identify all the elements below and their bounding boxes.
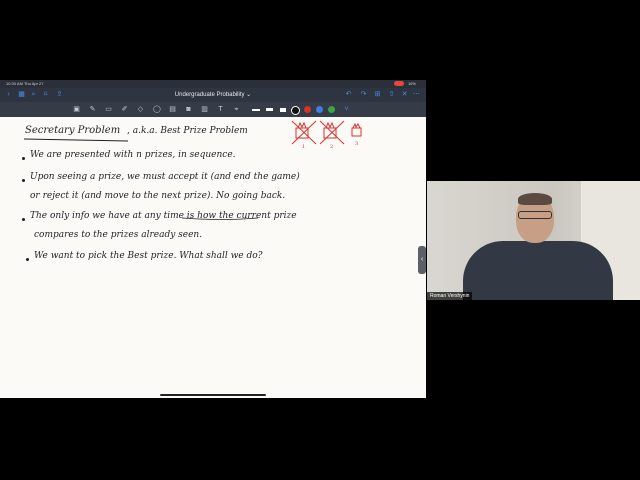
- page-scrollbar[interactable]: [160, 394, 266, 396]
- lasso-icon[interactable]: ◯: [153, 106, 161, 113]
- camera-icon[interactable]: ◙: [185, 106, 192, 113]
- participant-name: Roman Vershynin: [427, 292, 473, 300]
- prize-label-3: 3: [355, 141, 359, 147]
- bullet-dot: [22, 157, 25, 160]
- stroke-width-medium[interactable]: [266, 108, 273, 111]
- presenter-glasses: [518, 211, 552, 219]
- status-right: 16%: [393, 80, 416, 88]
- color-blue[interactable]: [316, 106, 323, 113]
- bullet-dot: [22, 179, 25, 182]
- bullet-dot: [22, 218, 25, 221]
- pen-icon[interactable]: ✎: [89, 106, 96, 113]
- sticker-icon[interactable]: ▥: [201, 106, 208, 113]
- bullet-3-line-1: The only info we have at any time is how…: [30, 211, 297, 221]
- stroke-width-thick[interactable]: [280, 108, 286, 112]
- undo-icon[interactable]: ↶: [345, 91, 352, 98]
- shape-icon[interactable]: ◇: [137, 106, 144, 113]
- bullet-3-line-2: compares to the prizes already seen.: [34, 230, 203, 240]
- bullet-2-line-2: or reject it (and move to the next prize…: [30, 191, 286, 201]
- more-icon[interactable]: ⋯: [413, 91, 420, 98]
- prize-icon-1: [291, 120, 317, 145]
- note-page[interactable]: Secretary Problem , a.k.a. Best Prize Pr…: [0, 117, 426, 398]
- color-black[interactable]: [291, 106, 300, 115]
- presenter-body: [463, 241, 613, 300]
- prize-label-2: 2: [330, 144, 334, 150]
- drawing-toolbar: ▣ ✎ ▭ ✐ ◇ ◯ ▤ ◙ ▥ T ⌖ ˅: [0, 102, 426, 117]
- export-icon[interactable]: ⇧: [388, 91, 395, 98]
- battery-level: 16%: [407, 81, 416, 86]
- add-page-icon[interactable]: ⊞: [374, 91, 381, 98]
- bullet-4: We want to pick the Best prize. What sha…: [34, 251, 263, 261]
- prize-icon-2: [319, 120, 345, 145]
- presenter-hair: [518, 193, 552, 205]
- color-green[interactable]: [328, 106, 335, 113]
- close-icon[interactable]: ✕: [401, 91, 408, 98]
- laser-icon[interactable]: ⌖: [233, 106, 240, 113]
- stroke-width-thin[interactable]: [252, 109, 260, 111]
- webcam-video: Roman Vershynin: [427, 181, 640, 300]
- notes-navbar: ‹ ▦ ⌕ ⌑ ⇪ Undergraduate Probability ⌄ ↶ …: [0, 88, 426, 102]
- color-red[interactable]: [304, 106, 311, 113]
- bullet-1: We are presented with n prizes, in seque…: [30, 150, 236, 160]
- text-icon[interactable]: T: [217, 106, 224, 113]
- prize-label-1: 1: [302, 144, 306, 150]
- toolbar-collapse-icon[interactable]: ˅: [343, 106, 350, 113]
- highlighter-icon[interactable]: ✐: [121, 106, 128, 113]
- title-underline: [23, 138, 129, 142]
- read-mode-icon[interactable]: ▣: [73, 106, 80, 113]
- bullet-dot: [26, 258, 29, 261]
- status-time: 10:30 AM Thu Apr 27: [6, 81, 44, 86]
- heading-aka: , a.k.a. Best Prize Problem: [127, 126, 248, 136]
- prize-icon-3: [351, 122, 362, 137]
- ipad-screen: 10:30 AM Thu Apr 27 16% ‹ ▦ ⌕ ⌑ ⇪ Underg…: [0, 80, 426, 398]
- eraser-icon[interactable]: ▭: [105, 106, 112, 113]
- redo-icon[interactable]: ↷: [360, 91, 367, 98]
- bullet-2-line-1: Upon seeing a prize, we must accept it (…: [30, 172, 300, 182]
- recording-indicator: [393, 81, 404, 87]
- sidebar-handle-icon[interactable]: ‹: [418, 246, 426, 274]
- image-icon[interactable]: ▤: [169, 106, 176, 113]
- status-bar: 10:30 AM Thu Apr 27 16%: [0, 80, 426, 88]
